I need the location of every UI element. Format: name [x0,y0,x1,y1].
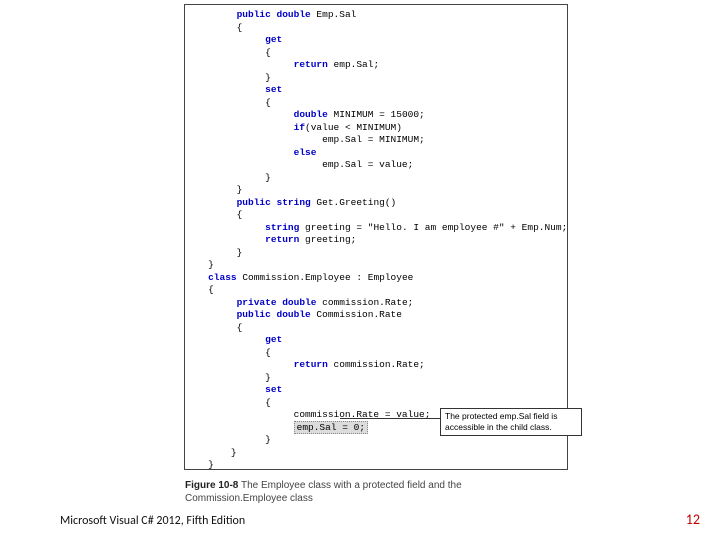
callout-annotation: The protected emp.Sal field is accessibl… [440,408,582,436]
callout-leader [340,418,440,419]
figure-caption: Figure 10-8 The Employee class with a pr… [185,479,462,505]
figure-number: Figure 10-8 [185,480,238,491]
code-listing: public double Emp.Sal { get { return emp… [184,4,568,470]
footer-book-title: Microsoft Visual C# 2012, Fifth Edition [60,514,245,528]
highlighted-code: emp.Sal = 0; [294,421,368,434]
page-number: 12 [686,511,700,528]
